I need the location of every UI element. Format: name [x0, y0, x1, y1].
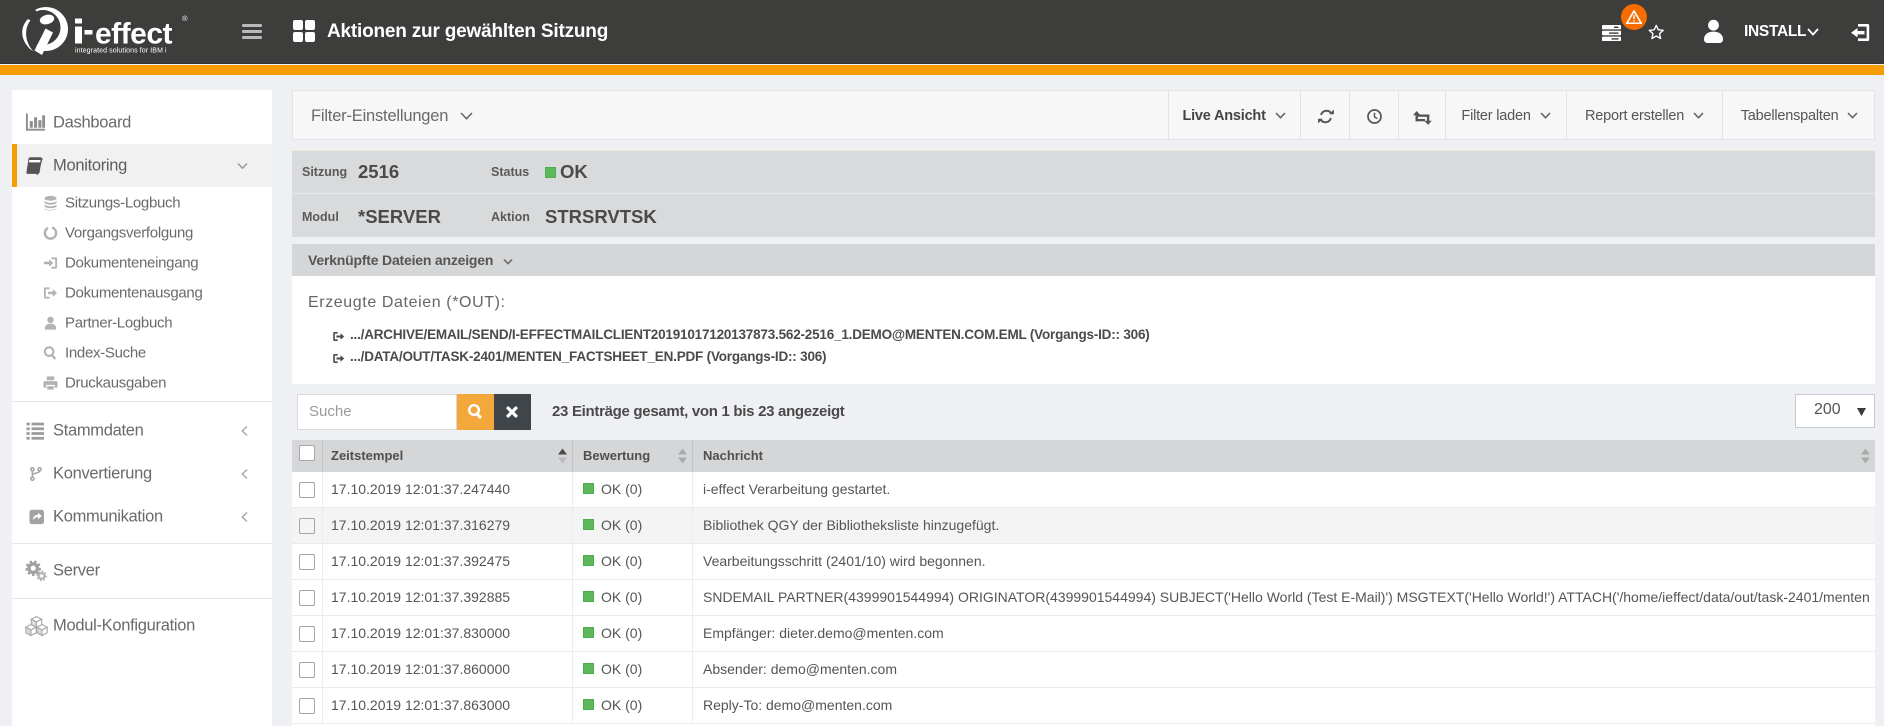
svg-text:effect: effect — [95, 18, 173, 51]
svg-text:®: ® — [182, 14, 188, 23]
svg-text:integrated solutions for IBM i: integrated solutions for IBM i — [75, 48, 167, 55]
